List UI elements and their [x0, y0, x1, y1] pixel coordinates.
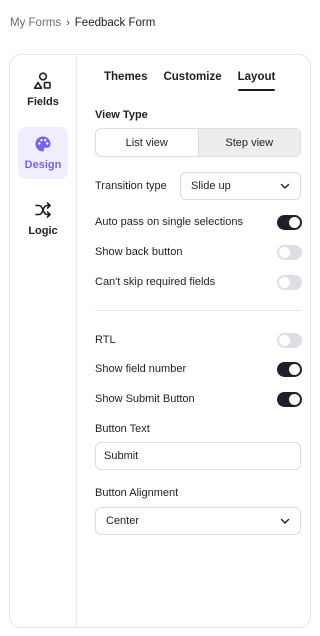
cant-skip-required-label: Can't skip required fields [95, 276, 216, 288]
cant-skip-required-toggle[interactable] [277, 275, 302, 290]
button-alignment-value: Center [106, 515, 140, 527]
palette-icon [35, 136, 51, 152]
tab-customize[interactable]: Customize [163, 71, 221, 91]
sidebar-item-label: Logic [28, 225, 58, 237]
show-submit-button-label: Show Submit Button [95, 393, 195, 405]
tab-layout[interactable]: Layout [237, 71, 275, 91]
toggle-knob [279, 335, 290, 346]
toggle-knob [289, 394, 300, 405]
auto-pass-toggle[interactable] [277, 215, 302, 230]
show-field-number-toggle[interactable] [277, 362, 302, 377]
toggle-knob [289, 364, 300, 375]
rtl-label: RTL [95, 334, 116, 346]
breadcrumb-separator: › [66, 17, 70, 29]
button-text-value: Submit [104, 450, 139, 462]
toggle-knob [279, 277, 290, 288]
step-view-option[interactable]: Step view [197, 129, 300, 156]
sidebar: Fields Design Logic [10, 55, 77, 627]
breadcrumb: My Forms › Feedback Form [10, 17, 155, 29]
section-divider [95, 310, 301, 311]
show-back-button-label: Show back button [95, 246, 183, 258]
tab-themes[interactable]: Themes [104, 71, 147, 91]
button-text-input[interactable]: Submit [95, 442, 301, 470]
chevron-down-icon [280, 183, 290, 189]
show-back-button-toggle[interactable] [277, 245, 302, 260]
breadcrumb-current: Feedback Form [74, 17, 156, 29]
chevron-down-icon [280, 518, 290, 524]
auto-pass-label: Auto pass on single selections [95, 216, 243, 228]
sidebar-item-logic[interactable]: Logic [18, 193, 68, 245]
toggle-knob [289, 217, 300, 228]
button-alignment-select[interactable]: Center [95, 507, 301, 535]
shuffle-icon [35, 202, 51, 218]
list-view-option[interactable]: List view [96, 129, 198, 156]
transition-type-select[interactable]: Slide up [180, 172, 301, 200]
view-type-segmented-control: List view Step view [95, 128, 301, 157]
sidebar-item-label: Fields [27, 96, 59, 108]
button-text-label: Button Text [95, 423, 150, 435]
shapes-icon [34, 72, 51, 89]
editor-panel: Fields Design Logic Themes Customize Lay… [9, 54, 311, 628]
sidebar-item-label: Design [24, 159, 62, 171]
tab-bar: Themes Customize Layout [104, 71, 291, 91]
toggle-knob [279, 247, 290, 258]
show-submit-button-toggle[interactable] [277, 392, 302, 407]
layout-settings: Themes Customize Layout View Type List v… [77, 55, 310, 627]
view-type-heading: View Type [95, 109, 148, 121]
breadcrumb-my-forms-link[interactable]: My Forms [10, 17, 61, 29]
transition-type-label: Transition type [95, 180, 167, 192]
button-alignment-label: Button Alignment [95, 487, 179, 499]
transition-type-value: Slide up [191, 180, 231, 192]
sidebar-item-fields[interactable]: Fields [18, 64, 68, 116]
sidebar-item-design[interactable]: Design [18, 127, 68, 179]
show-field-number-label: Show field number [95, 363, 187, 375]
rtl-toggle[interactable] [277, 333, 302, 348]
